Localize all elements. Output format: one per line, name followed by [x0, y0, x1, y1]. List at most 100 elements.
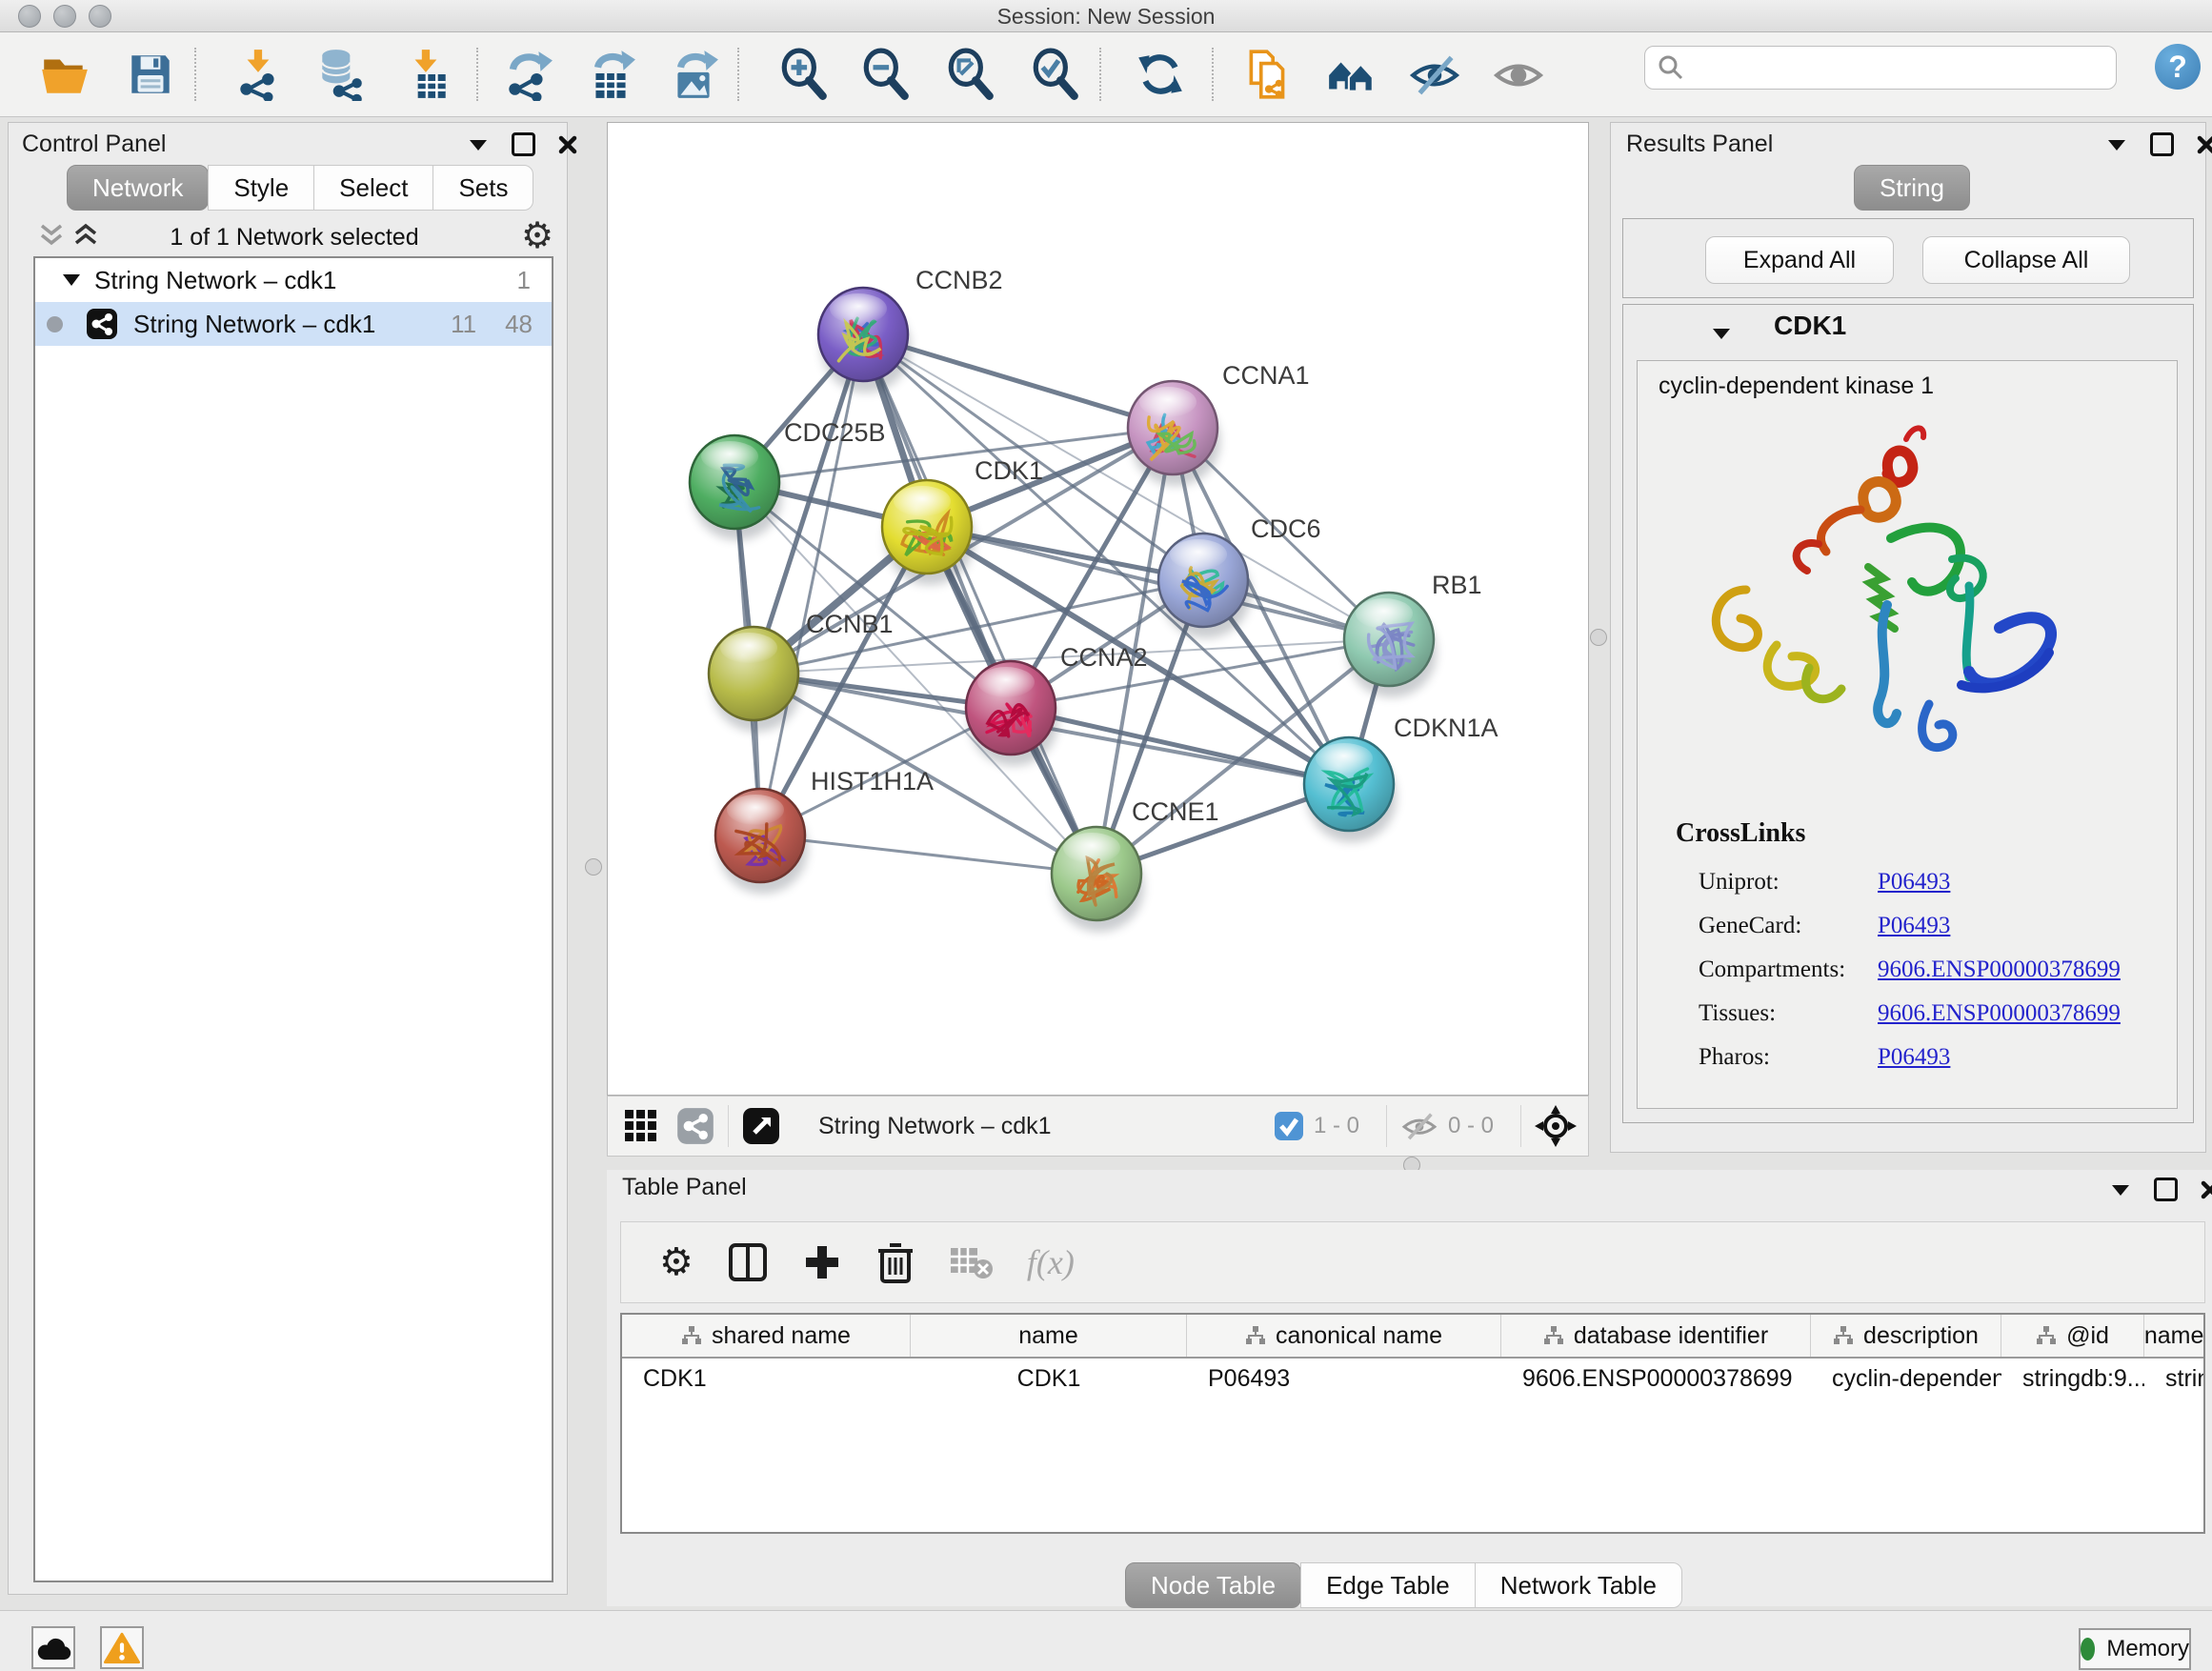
table-cell[interactable]: P06493 [1187, 1365, 1501, 1393]
import-table-from-file-button[interactable] [398, 46, 455, 103]
table-cell[interactable]: CDK1 [622, 1365, 911, 1393]
table-cell[interactable]: 9606.ENSP00000378699 [1501, 1365, 1811, 1393]
expand-all-tree-icon[interactable] [73, 222, 98, 249]
column-header-shared-name[interactable]: shared name [622, 1315, 911, 1357]
panel-float-icon[interactable] [2150, 132, 2174, 156]
table-cell[interactable]: CDK1 [911, 1365, 1187, 1393]
zoom-in-button[interactable] [775, 46, 833, 103]
network-node-CCNA1[interactable]: CCNA1 [1128, 361, 1310, 486]
table-cell[interactable]: stringdb:9... [2001, 1365, 2144, 1393]
help-button[interactable]: ? [2155, 44, 2201, 90]
export-network-button[interactable] [499, 46, 556, 103]
tree-expander-icon[interactable] [62, 272, 81, 288]
network-node-RB1[interactable]: RB1 [1344, 571, 1482, 697]
export-image-button[interactable] [665, 46, 722, 103]
column-header-canonical-name[interactable]: canonical name [1187, 1315, 1501, 1357]
panel-close-icon[interactable] [2201, 1180, 2212, 1199]
delete-table-icon[interactable] [949, 1244, 993, 1280]
network-node-CDC6[interactable]: CDC6 [1158, 514, 1321, 638]
network-collection-label: String Network – cdk1 [94, 266, 517, 295]
column-header-description[interactable]: description [1811, 1315, 2001, 1357]
tab-node-table[interactable]: Node Table [1125, 1562, 1301, 1608]
node-label: CCNA2 [1060, 643, 1148, 672]
function-builder-icon[interactable]: f(x) [1027, 1242, 1075, 1282]
network-node-HIST1H1A[interactable]: HIST1H1A [715, 767, 934, 894]
save-session-button[interactable] [122, 46, 179, 103]
table-row[interactable]: CDK1CDK1P064939606.ENSP00000378699cyclin… [622, 1359, 2203, 1399]
column-header-database-identifier[interactable]: database identifier [1501, 1315, 1811, 1357]
node-table[interactable]: shared namenamecanonical namedatabase id… [620, 1313, 2205, 1534]
apply-preferred-layout-button[interactable] [1132, 46, 1189, 103]
node-label: RB1 [1432, 571, 1482, 599]
column-header-@id[interactable]: @id [2001, 1315, 2144, 1357]
crosslink-link[interactable]: P06493 [1878, 1044, 1950, 1071]
pan-crosshair-icon[interactable] [1535, 1105, 1577, 1147]
network-graph[interactable]: CCNB2CCNA1CDC25BCDK1CDC6RB1CCNB1CCNA2CDK… [608, 123, 1588, 1095]
panel-menu-icon[interactable] [468, 137, 489, 152]
tab-string[interactable]: String [1854, 165, 1970, 211]
show-columns-icon[interactable] [728, 1242, 768, 1282]
panel-menu-icon[interactable] [2106, 137, 2127, 152]
zoom-fit-content-button[interactable] [942, 46, 999, 103]
delete-column-trash-icon[interactable] [876, 1241, 915, 1283]
add-column-icon[interactable] [802, 1242, 842, 1282]
tab-select[interactable]: Select [313, 165, 433, 211]
network-node-CDC25B[interactable]: CDC25B [690, 418, 886, 540]
show-all-button[interactable] [1490, 46, 1547, 103]
network-options-gear-icon[interactable]: ⚙ [521, 214, 553, 256]
network-view-icon[interactable] [676, 1107, 714, 1145]
network-collection-row[interactable]: String Network – cdk1 1 [35, 258, 552, 302]
panel-close-icon[interactable] [558, 135, 577, 154]
crosslink-link[interactable]: 9606.ENSP00000378699 [1878, 956, 2121, 983]
tab-network[interactable]: Network [67, 165, 209, 211]
crosslink-link[interactable]: P06493 [1878, 869, 1950, 896]
network-node-CCNB2[interactable]: CCNB2 [818, 266, 1003, 393]
tab-network-table[interactable]: Network Table [1475, 1562, 1682, 1608]
card-expander-icon[interactable] [1711, 326, 1732, 341]
right-splitter-handle[interactable] [1590, 629, 1607, 646]
network-row[interactable]: String Network – cdk1 11 48 [35, 302, 552, 346]
table-cell[interactable]: cyclin-dependent ... [1811, 1365, 2001, 1393]
grid-view-icon[interactable] [623, 1108, 659, 1144]
expand-all-button[interactable]: Expand All [1705, 236, 1894, 284]
column-header-name[interactable]: name [911, 1315, 1187, 1357]
search-input[interactable] [1644, 46, 2117, 90]
gene-details: cyclin-dependent kinase 1 Cro [1637, 360, 2178, 1109]
panel-float-icon[interactable] [2154, 1178, 2178, 1201]
table-cell[interactable]: stringdb [2144, 1365, 2205, 1393]
panel-float-icon[interactable] [512, 132, 535, 156]
network-node-CDK1[interactable]: CDK1 [882, 456, 1043, 585]
crosslink-link[interactable]: P06493 [1878, 913, 1950, 939]
column-header-namespace[interactable]: namespace [2144, 1315, 2205, 1357]
network-node-CCNE1[interactable]: CCNE1 [1052, 797, 1219, 932]
panel-close-icon[interactable] [2197, 135, 2212, 154]
cloud-status-button[interactable] [31, 1626, 75, 1669]
crosslink-link[interactable]: 9606.ENSP00000378699 [1878, 1000, 2121, 1027]
tab-sets[interactable]: Sets [432, 165, 533, 211]
panel-menu-icon[interactable] [2110, 1182, 2131, 1198]
collapse-all-button[interactable]: Collapse All [1922, 236, 2130, 284]
clone-network-button[interactable] [1239, 46, 1297, 103]
zoom-out-button[interactable] [857, 46, 915, 103]
tab-edge-table[interactable]: Edge Table [1300, 1562, 1476, 1608]
table-toolbar: ⚙ f(x) [620, 1221, 2205, 1303]
select-first-neighbors-button[interactable] [1323, 46, 1380, 103]
open-session-button[interactable] [36, 46, 93, 103]
birdseye-view-icon[interactable] [742, 1107, 780, 1145]
selected-nodes-checkbox-icon[interactable] [1274, 1111, 1304, 1141]
question-mark-icon: ? [2168, 50, 2187, 85]
warnings-button[interactable] [100, 1626, 144, 1669]
hide-selected-button[interactable] [1406, 46, 1463, 103]
network-node-CDKN1A[interactable]: CDKN1A [1304, 714, 1498, 842]
import-network-from-file-button[interactable] [231, 46, 288, 103]
export-table-button[interactable] [582, 46, 639, 103]
collapse-all-tree-icon[interactable] [39, 222, 64, 249]
network-canvas[interactable]: CCNB2CCNA1CDC25BCDK1CDC6RB1CCNB1CCNA2CDK… [607, 122, 1589, 1096]
hidden-elements-eye-icon[interactable] [1400, 1111, 1438, 1141]
memory-button[interactable]: Memory [2079, 1628, 2191, 1670]
import-network-from-database-button[interactable] [312, 46, 370, 103]
table-options-gear-icon[interactable]: ⚙ [659, 1240, 694, 1284]
tab-style[interactable]: Style [208, 165, 314, 211]
left-splitter-handle[interactable] [585, 858, 602, 876]
zoom-selected-button[interactable] [1027, 46, 1084, 103]
